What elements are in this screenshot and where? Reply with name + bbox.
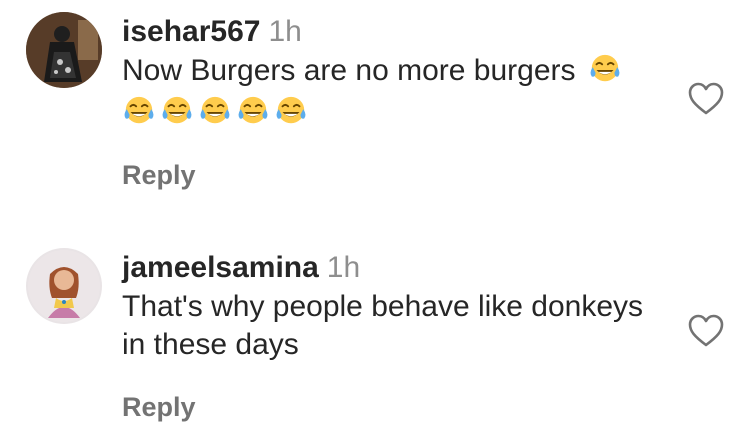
avatar[interactable] [26,248,102,324]
comment-text: That's why people behave like donkeys in… [122,288,660,364]
comment-item: jameelsamina 1h That's why people behave … [0,238,740,442]
comment-username[interactable]: isehar567 [122,15,260,48]
comment-item: isehar567 1h Now Burgers are no more burg… [0,0,740,220]
comment-text-line: That's why people behave like donkeys [122,290,644,323]
comment-time: 1h [268,15,302,48]
comment-time: 1h [326,251,361,284]
emoji-row [122,94,660,128]
laughing-emoji-icon [274,94,308,128]
comment-username[interactable]: jameelsamina [122,251,319,284]
comment-text-line: in these days [122,328,299,361]
heart-outline-icon[interactable] [688,314,724,348]
laughing-emoji-icon [122,94,156,128]
avatar-image [26,248,102,324]
heart-outline-icon[interactable] [688,82,724,116]
avatar[interactable] [26,12,102,88]
laughing-emoji-icon [160,94,194,128]
comment-text: Now Burgers are no more burgers [122,52,660,90]
reply-button[interactable]: Reply [122,392,196,423]
reply-button[interactable]: Reply [122,160,196,191]
comment-meta: jameelsamina 1h [122,250,660,286]
avatar-image [26,12,102,88]
laughing-emoji-icon [236,94,270,128]
laughing-emoji-icon [198,94,232,128]
laughing-emoji-icon [588,52,622,86]
comment-meta: isehar567 1h [122,14,660,50]
